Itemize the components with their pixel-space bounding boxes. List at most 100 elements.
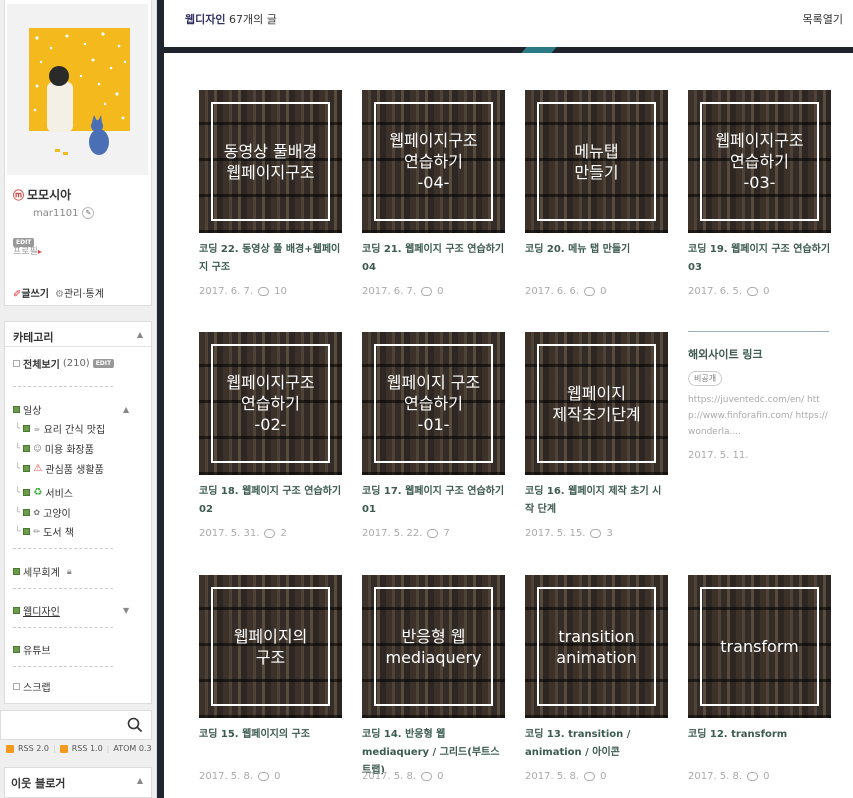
comment-icon[interactable] [421, 771, 433, 781]
search-box[interactable] [0, 710, 152, 740]
category-item-webdesign[interactable]: 웹디자인 ▼ [13, 603, 129, 618]
post-thumbnail[interactable]: 웹페이지 구조 연습하기 -01- [362, 332, 505, 475]
comment-count[interactable]: 3 [606, 528, 612, 539]
comment-count[interactable]: 7 [443, 528, 449, 539]
post-thumbnail[interactable]: 메뉴탭 만들기 [525, 90, 668, 233]
comment-count[interactable]: 2 [280, 528, 286, 539]
category-item-books[interactable]: └ ✏ 도서 책 [15, 524, 74, 540]
comment-count[interactable]: 0 [600, 286, 606, 297]
category-item-service[interactable]: └ ♻ 서비스 [15, 485, 73, 500]
manage-button[interactable]: ⚙관리·통계 [55, 285, 104, 300]
post-title[interactable]: 코딩 14. 반응형 웹 mediaquery / 그리드(부트스트랩) [362, 726, 505, 776]
comment-icon[interactable] [590, 528, 602, 538]
comment-count[interactable]: 0 [437, 286, 443, 297]
category-label[interactable]: 고양이 [43, 505, 71, 520]
post-card[interactable]: 웹페이지 제작초기단계 코딩 16. 웹페이지 제작 초기 시작 단계 2017. … [525, 332, 668, 541]
comment-count[interactable]: 0 [437, 771, 443, 782]
post-card[interactable]: 메뉴탭 만들기 코딩 20. 메뉴 탭 만들기 2017. 6. 6. 0 [525, 90, 668, 299]
post-title[interactable]: 코딩 20. 메뉴 탭 만들기 [525, 241, 668, 279]
comment-count[interactable]: 10 [274, 286, 287, 297]
post-title[interactable]: 코딩 22. 동영상 풀 배경+웹페이지 구조 [199, 241, 342, 279]
neighbor-box[interactable]: 이웃 블로거 ▲ [4, 767, 152, 798]
post-card[interactable]: transform 코딩 12. transform 2017. 5. 8. 0 [688, 575, 831, 784]
post-title[interactable]: 코딩 18. 웹페이지 구조 연습하기 02 [199, 483, 342, 521]
post-title[interactable]: 코딩 19. 웹페이지 구조 연습하기 03 [688, 241, 831, 279]
category-label[interactable]: 세무회계 [23, 564, 60, 579]
category-all[interactable]: 전체보기 (210) EDIT [13, 356, 115, 371]
external-link-card[interactable]: 해외사이트 링크 비공개 https://juventedc.com/en/ h… [688, 331, 829, 461]
comment-count[interactable]: 0 [600, 771, 606, 782]
post-thumbnail[interactable]: 웹페이지의 구조 [199, 575, 342, 718]
category-label[interactable]: 일상 [23, 402, 41, 417]
category-all-label[interactable]: 전체보기 [23, 356, 60, 371]
comment-count[interactable]: 0 [763, 286, 769, 297]
category-label[interactable]: 미용 화장품 [45, 441, 94, 456]
post-title[interactable]: 해외사이트 링크 [688, 346, 829, 362]
category-label[interactable]: 도서 책 [43, 524, 74, 539]
post-title[interactable]: 코딩 15. 웹페이지의 구조 [199, 726, 342, 764]
post-card[interactable]: 동영상 풀배경 웹페이지구조 코딩 22. 동영상 풀 배경+웹페이지 구조 201… [199, 90, 342, 299]
post-thumbnail[interactable]: 웹페이지구조 연습하기 -03- [688, 90, 831, 233]
post-title[interactable]: 코딩 17. 웹페이지 구조 연습하기 01 [362, 483, 505, 521]
comment-icon[interactable] [258, 286, 270, 296]
caret-up-icon[interactable]: ▲ [137, 776, 143, 785]
write-button[interactable]: ✐글쓰기 [13, 285, 49, 300]
post-thumbnail[interactable]: transition animation [525, 575, 668, 718]
comment-icon[interactable] [584, 286, 596, 296]
write-label[interactable]: 글쓰기 [21, 289, 49, 300]
category-item-scrap[interactable]: 스크랩 [13, 679, 51, 694]
post-thumbnail[interactable]: 웹페이지구조 연습하기 -04- [362, 90, 505, 233]
profile-link-text[interactable]: 프로필 [13, 247, 38, 257]
category-label[interactable]: 요리 간식 맛집 [44, 421, 106, 436]
category-item-food[interactable]: └ ☕ 요리 간식 맛집 [15, 421, 106, 437]
category-item-youtube[interactable]: 유튜브 [13, 642, 51, 657]
post-thumbnail[interactable]: 웹페이지구조 연습하기 -02- [199, 332, 342, 475]
post-title[interactable]: 코딩 21. 웹페이지 구조 연습하기 04 [362, 241, 505, 279]
post-thumbnail[interactable]: 웹페이지 제작초기단계 [525, 332, 668, 475]
caret-up-icon[interactable]: ▲ [123, 405, 129, 414]
post-thumbnail[interactable]: transform [688, 575, 831, 718]
post-card[interactable]: 웹페이지구조 연습하기 -02- 코딩 18. 웹페이지 구조 연습하기 02 20… [199, 332, 342, 541]
post-card[interactable]: 웹페이지구조 연습하기 -03- 코딩 19. 웹페이지 구조 연습하기 03 20… [688, 90, 831, 299]
category-label[interactable]: 스크랩 [23, 679, 51, 694]
category-label[interactable]: 관심품 생활품 [45, 461, 103, 476]
post-title[interactable]: 코딩 12. transform [688, 726, 831, 764]
category-label[interactable]: 웹디자인 [23, 603, 60, 618]
comment-icon[interactable] [584, 771, 596, 781]
comment-icon[interactable] [747, 771, 759, 781]
comment-icon[interactable] [258, 771, 270, 781]
post-card[interactable]: transition animation 코딩 13. transition / … [525, 575, 668, 784]
comment-icon[interactable] [427, 528, 439, 538]
post-card[interactable]: 웹페이지구조 연습하기 -04- 코딩 21. 웹페이지 구조 연습하기 04 20… [362, 90, 505, 299]
category-item-beauty[interactable]: └ ☺ 미용 화장품 [15, 441, 94, 457]
comment-icon[interactable] [747, 286, 759, 296]
post-card[interactable]: 웹페이지의 구조 코딩 15. 웹페이지의 구조 2017. 5. 8. 0 [199, 575, 342, 784]
search-icon[interactable] [127, 717, 143, 733]
comment-count[interactable]: 0 [274, 771, 280, 782]
category-label[interactable]: 유튜브 [23, 642, 51, 657]
category-header[interactable]: 카테고리 ▲ [5, 322, 151, 347]
comment-icon[interactable] [264, 528, 276, 538]
comment-count[interactable]: 0 [763, 771, 769, 782]
category-item-tax[interactable]: 세무회계 🔒︎ [13, 564, 72, 579]
caret-up-icon[interactable]: ▲ [137, 330, 143, 339]
post-thumbnail[interactable]: 동영상 풀배경 웹페이지구조 [199, 90, 342, 233]
post-card[interactable]: 반응형 웹 mediaquery 코딩 14. 반응형 웹 mediaquery … [362, 575, 505, 784]
category-label[interactable]: 서비스 [45, 485, 73, 500]
category-item-cat[interactable]: └ ✿ 고양이 [15, 505, 71, 521]
profile-link[interactable]: 프로필▸ [13, 244, 42, 257]
rss2-link[interactable]: RSS 2.0 [18, 744, 49, 753]
rss1-link[interactable]: RSS 1.0 [72, 744, 103, 753]
category-item-daily[interactable]: 일상 ▲ [13, 402, 129, 417]
caret-down-icon[interactable]: ▼ [123, 606, 129, 615]
comment-icon[interactable] [421, 286, 433, 296]
post-title[interactable]: 코딩 13. transition / animation / 아이콘 [525, 726, 668, 764]
manage-label[interactable]: 관리·통계 [64, 289, 104, 300]
open-list-button[interactable]: 목록열기 [803, 11, 843, 27]
post-thumbnail[interactable]: 반응형 웹 mediaquery [362, 575, 505, 718]
category-edit-badge[interactable]: EDIT [92, 359, 115, 368]
pencil-icon[interactable]: ✎ [82, 207, 95, 219]
profile-avatar[interactable] [7, 4, 148, 175]
post-card[interactable]: 웹페이지 구조 연습하기 -01- 코딩 17. 웹페이지 구조 연습하기 01 2… [362, 332, 505, 541]
atom-link[interactable]: ATOM 0.3 [113, 744, 151, 753]
